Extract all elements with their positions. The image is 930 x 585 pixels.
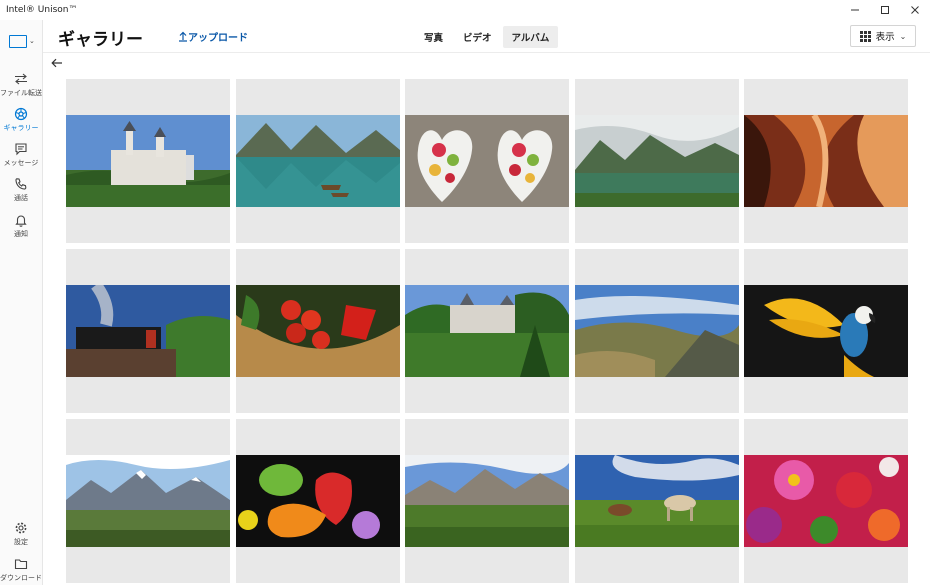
album-tile[interactable] [744, 249, 908, 413]
album-thumbnail [405, 115, 569, 207]
album-tile[interactable] [66, 419, 230, 583]
album-tile[interactable] [66, 79, 230, 243]
album-tile[interactable] [235, 79, 400, 243]
view-dropdown[interactable]: 表示 ⌄ [850, 25, 916, 47]
upload-label: アップロード [188, 33, 248, 44]
album-tile[interactable] [574, 79, 739, 243]
sidebar-item-messages[interactable]: メッセージ [0, 142, 42, 168]
device-picker[interactable]: ⌄ [9, 32, 39, 50]
sidebar-item-label: 設定 [14, 538, 28, 546]
app-title: Intel® Unison™ [6, 5, 78, 15]
album-tile[interactable] [235, 249, 400, 413]
sidebar-item-label: メッセージ [3, 159, 39, 167]
gallery-icon [14, 107, 28, 121]
sidebar-item-calls[interactable]: 通話 [0, 177, 42, 203]
page-title: ギャラリー [58, 30, 143, 50]
album-tile[interactable] [574, 419, 739, 583]
sidebar-item-label: ファイル転送 [0, 89, 42, 97]
sidebar-item-label: 通話 [14, 194, 28, 202]
album-thumbnail [235, 455, 400, 547]
page-header: ギャラリー アップロード 写真 ビデオ アルバム 表示 ⌄ [43, 20, 930, 53]
album-thumbnail [235, 285, 400, 377]
maximize-button[interactable] [870, 0, 900, 20]
album-thumbnail [66, 455, 230, 547]
chevron-down-icon: ⌄ [899, 31, 907, 41]
tab-albums[interactable]: アルバム [502, 26, 559, 48]
phone-icon [14, 177, 28, 191]
album-thumbnail [744, 455, 908, 547]
sidebar-item-gallery[interactable]: ギャラリー [0, 107, 42, 133]
album-tile[interactable] [405, 79, 569, 243]
transfer-icon [14, 72, 28, 86]
album-tile[interactable] [744, 79, 908, 243]
album-thumbnail [744, 285, 908, 377]
album-thumbnail [66, 115, 230, 207]
upload-button[interactable]: アップロード [178, 29, 248, 44]
grid-view-icon [859, 30, 871, 42]
album-thumbnail [744, 115, 908, 207]
album-thumbnail [574, 455, 739, 547]
album-thumbnail [574, 285, 739, 377]
folder-icon [14, 557, 28, 571]
album-thumbnail [66, 285, 230, 377]
sidebar-item-label: ギャラリー [3, 124, 39, 132]
close-button[interactable] [900, 0, 930, 20]
upload-arrow-icon [179, 31, 187, 42]
tab-photos[interactable]: 写真 [415, 26, 452, 48]
back-button[interactable] [51, 57, 63, 72]
bell-icon [14, 213, 28, 227]
album-tile[interactable] [405, 249, 569, 413]
device-icon [9, 34, 27, 48]
sidebar-item-label: 通知 [14, 230, 28, 238]
album-tile[interactable] [574, 249, 739, 413]
title-bar: Intel® Unison™ [0, 0, 930, 20]
sidebar-item-notifications[interactable]: 通知 [0, 213, 42, 239]
message-icon [14, 142, 28, 156]
view-label: 表示 [875, 32, 895, 43]
gear-icon [14, 521, 28, 535]
album-tile[interactable] [405, 419, 569, 583]
album-thumbnail [235, 115, 400, 207]
back-arrow-icon [51, 58, 62, 68]
album-tile[interactable] [744, 419, 908, 583]
sidebar: ⌄ ファイル転送 ギャラリー メッセージ 通話 通知 設定 ダウンロード [0, 20, 43, 585]
sidebar-item-downloads[interactable]: ダウンロード [0, 557, 42, 583]
album-thumbnail [405, 455, 569, 547]
album-tile[interactable] [66, 249, 230, 413]
media-tabs: 写真 ビデオ アルバム [415, 26, 560, 48]
album-thumbnail [405, 285, 569, 377]
sidebar-item-file-transfer[interactable]: ファイル転送 [0, 72, 42, 98]
minimize-button[interactable] [840, 0, 870, 20]
chevron-down-icon: ⌄ [29, 37, 35, 45]
album-thumbnail [574, 115, 739, 207]
sidebar-item-settings[interactable]: 設定 [0, 521, 42, 547]
tab-videos[interactable]: ビデオ [454, 26, 501, 48]
sidebar-item-label: ダウンロード [0, 574, 42, 582]
album-tile[interactable] [235, 419, 400, 583]
